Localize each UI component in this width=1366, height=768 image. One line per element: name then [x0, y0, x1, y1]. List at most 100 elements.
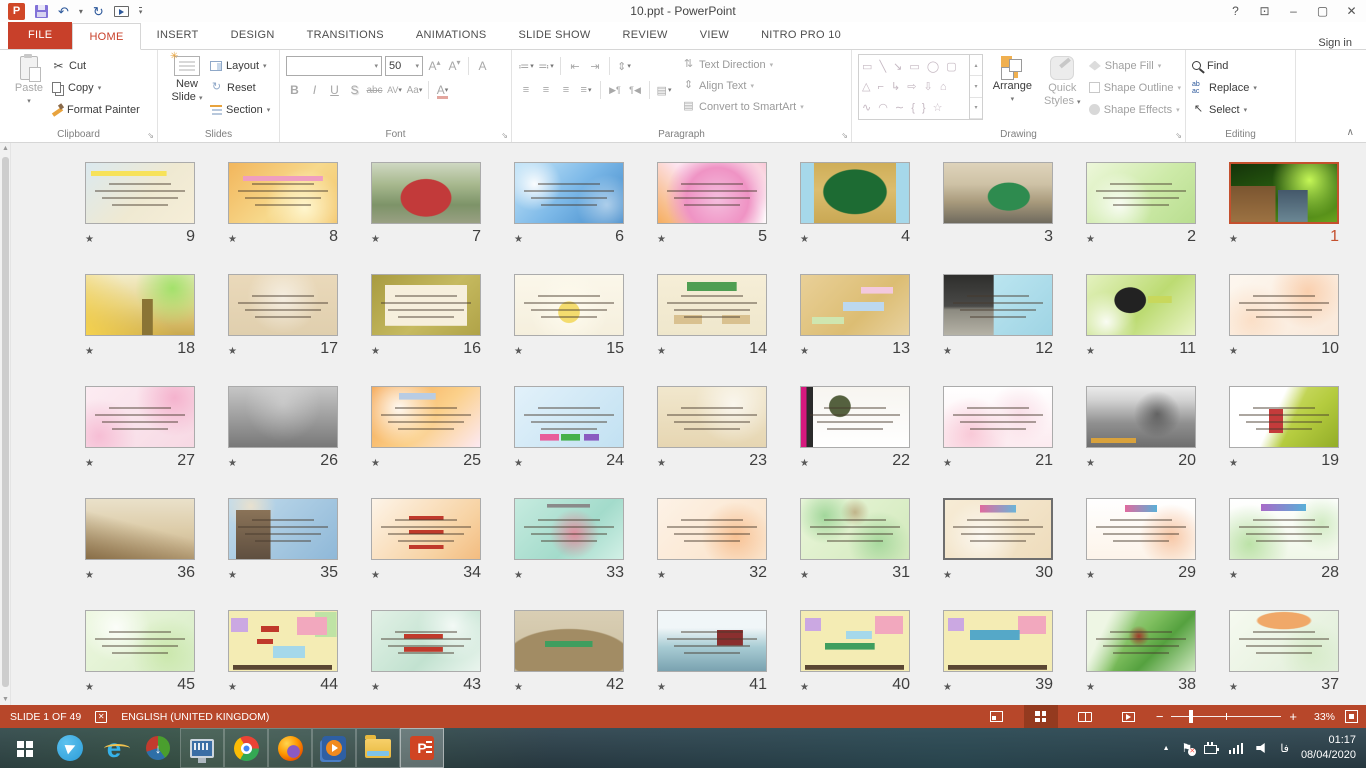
text-shadow-button[interactable]: S	[346, 81, 363, 100]
collapse-ribbon-icon[interactable]: ∧	[1347, 127, 1354, 138]
slide-thumbnail[interactable]	[228, 610, 338, 672]
slide-cell-36[interactable]: ★36	[78, 491, 221, 603]
scrollbar-thumb[interactable]	[2, 157, 9, 687]
section-button[interactable]: Section▾	[210, 101, 270, 118]
start-from-beginning-icon[interactable]	[114, 6, 129, 17]
decrease-indent-button[interactable]: ⇤	[567, 57, 583, 76]
scrollbar-up-icon[interactable]: ▲	[0, 145, 11, 152]
slide-thumbnail[interactable]	[371, 610, 481, 672]
slide-thumbnail[interactable]	[1229, 498, 1339, 560]
slide-thumbnail[interactable]	[1086, 162, 1196, 224]
zoom-out-button[interactable]: −	[1156, 710, 1164, 723]
align-text-button[interactable]: ⇕Align Text▾	[682, 77, 804, 94]
slide-cell-19[interactable]: ★19	[1222, 379, 1365, 491]
shape-fill-button[interactable]: Shape Fill▾	[1089, 57, 1181, 74]
slide-cell-34[interactable]: ★34	[364, 491, 507, 603]
slide-thumbnail[interactable]	[1086, 610, 1196, 672]
slide-thumbnail[interactable]	[85, 610, 195, 672]
shape-outline-button[interactable]: Shape Outline▾	[1089, 79, 1181, 96]
taskbar-file-explorer[interactable]	[356, 728, 400, 768]
slide-cell-37[interactable]: ★37	[1222, 603, 1365, 705]
action-center-flag-icon[interactable]: ⚑	[1182, 742, 1193, 754]
slide-thumbnail[interactable]	[514, 162, 624, 224]
bold-button[interactable]: B	[286, 81, 303, 100]
line-spacing-button[interactable]: ⇕▾	[616, 57, 632, 76]
close-button[interactable]: ✕	[1337, 4, 1366, 18]
paragraph-dialog-launcher[interactable]: ⇘	[841, 131, 848, 140]
clipboard-dialog-launcher[interactable]: ⇘	[147, 131, 154, 140]
undo-icon[interactable]: ↶	[58, 5, 69, 18]
taskbar-firefox[interactable]	[268, 728, 312, 768]
slide-thumbnail[interactable]	[657, 610, 767, 672]
justify-button[interactable]: ≡▾	[578, 81, 594, 100]
tab-animations[interactable]: ANIMATIONS	[400, 22, 503, 49]
tab-design[interactable]: DESIGN	[215, 22, 291, 49]
shape-effects-button[interactable]: Shape Effects▾	[1089, 101, 1181, 118]
slide-thumbnail[interactable]	[514, 274, 624, 336]
right-to-left-button[interactable]: ¶◀	[627, 81, 643, 100]
slide-cell-8[interactable]: ★8	[221, 155, 364, 267]
italic-button[interactable]: I	[306, 81, 323, 100]
format-painter-button[interactable]: Format Painter	[52, 101, 140, 118]
align-right-button[interactable]: ≡	[558, 81, 574, 100]
start-button[interactable]	[0, 728, 48, 768]
zoom-slider-thumb[interactable]	[1189, 710, 1193, 723]
slide-thumbnail[interactable]	[943, 498, 1053, 560]
slide-cell-14[interactable]: ★14	[650, 267, 793, 379]
slide-thumbnail[interactable]	[371, 498, 481, 560]
undo-caret-icon[interactable]: ▾	[79, 7, 83, 16]
slide-thumbnail[interactable]	[228, 274, 338, 336]
fit-slide-to-window-icon[interactable]	[1345, 710, 1358, 723]
slide-thumbnail[interactable]	[1229, 610, 1339, 672]
slide-cell-35[interactable]: ★35	[221, 491, 364, 603]
slide-counter[interactable]: SLIDE 1 OF 49	[10, 711, 81, 723]
zoom-in-button[interactable]: +	[1289, 710, 1297, 723]
slide-thumbnail[interactable]	[800, 274, 910, 336]
slide-cell-33[interactable]: ★33	[507, 491, 650, 603]
taskbar-powerpoint[interactable]: P	[400, 728, 444, 768]
vertical-scrollbar[interactable]: ▲ ▼	[0, 143, 11, 705]
increase-indent-button[interactable]: ⇥	[587, 57, 603, 76]
slide-thumbnail[interactable]	[943, 610, 1053, 672]
slide-thumbnail[interactable]	[85, 498, 195, 560]
arrange-button[interactable]: Arrange ▾	[989, 54, 1036, 126]
align-left-button[interactable]: ≡	[518, 81, 534, 100]
slide-thumbnail[interactable]	[85, 274, 195, 336]
slide-cell-13[interactable]: ★13	[793, 267, 936, 379]
slide-thumbnail[interactable]	[514, 386, 624, 448]
shrink-font-button[interactable]: A▾	[446, 57, 463, 76]
taskbar-media-player[interactable]	[312, 728, 356, 768]
redo-icon[interactable]: ↻	[93, 5, 104, 18]
shapes-gallery[interactable]: ▭ ╲ ↘ ▭ ◯ ▢ △ ⌐ ↳ ⇨ ⇩ ⌂ ∿ ◠ ∼ { } ☆ ▴ ▾ …	[858, 54, 983, 120]
tab-view[interactable]: VIEW	[684, 22, 745, 49]
slide-cell-10[interactable]: ★10	[1222, 267, 1365, 379]
zoom-slider[interactable]	[1171, 716, 1281, 717]
select-button[interactable]: ↖Select▾	[1192, 101, 1291, 118]
align-center-button[interactable]: ≡	[538, 81, 554, 100]
slide-cell-29[interactable]: ★29	[1079, 491, 1222, 603]
slide-cell-23[interactable]: ★23	[650, 379, 793, 491]
slide-cell-45[interactable]: ★45	[78, 603, 221, 705]
slide-thumbnail[interactable]	[1086, 498, 1196, 560]
character-spacing-button[interactable]: AV▾	[386, 81, 403, 100]
taskbar-telegram[interactable]	[48, 728, 92, 768]
convert-to-smartart-button[interactable]: ▤Convert to SmartArt▾	[682, 98, 804, 115]
slide-cell-40[interactable]: ★40	[793, 603, 936, 705]
slide-cell-15[interactable]: ★15	[507, 267, 650, 379]
quick-styles-button[interactable]: QuickStyles ▾	[1042, 54, 1083, 126]
columns-button[interactable]: ▤▾	[656, 81, 672, 100]
powerpoint-logo-icon[interactable]: P	[8, 3, 25, 20]
slide-cell-30[interactable]: ★30	[936, 491, 1079, 603]
slide-cell-16[interactable]: ★16	[364, 267, 507, 379]
input-language-indicator[interactable]: فا	[1280, 742, 1289, 755]
shapes-scroll-up-icon[interactable]: ▴	[970, 55, 982, 76]
slide-thumbnail[interactable]	[1086, 274, 1196, 336]
slide-cell-25[interactable]: ★25	[364, 379, 507, 491]
slide-thumbnail[interactable]	[800, 162, 910, 224]
spell-check-icon[interactable]: ✕	[95, 711, 107, 723]
left-to-right-button[interactable]: ▶¶	[607, 81, 623, 100]
zoom-percentage[interactable]: 33%	[1307, 711, 1335, 723]
slide-cell-2[interactable]: ★2	[1079, 155, 1222, 267]
slide-cell-39[interactable]: ★39	[936, 603, 1079, 705]
slide-thumbnail[interactable]	[371, 274, 481, 336]
